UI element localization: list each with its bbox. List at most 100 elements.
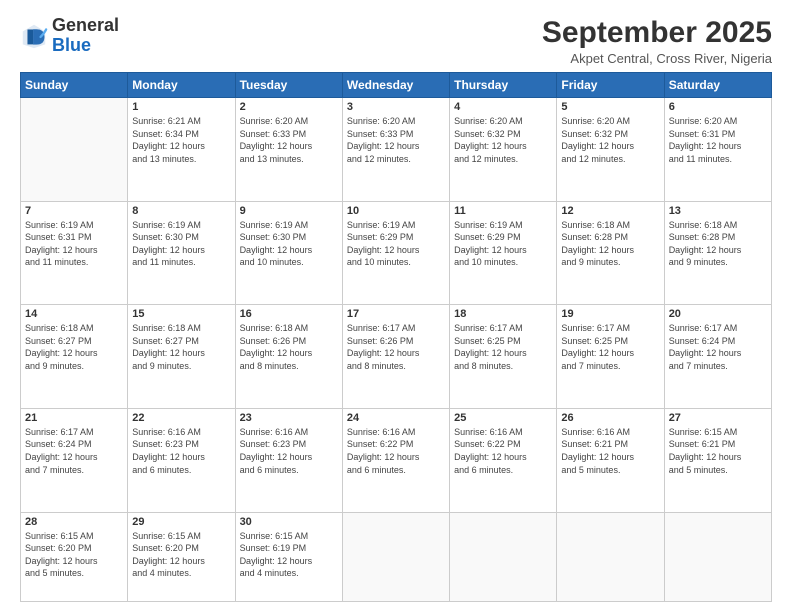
table-row: 16 Sunrise: 6:18 AMSunset: 6:26 PMDayligh… [235,305,342,409]
col-saturday: Saturday [664,73,771,98]
day-number: 7 [25,205,123,217]
col-friday: Friday [557,73,664,98]
table-row: 5Sunrise: 6:20 AMSunset: 6:32 PMDaylight… [557,98,664,202]
table-row: 4Sunrise: 6:20 AMSunset: 6:32 PMDaylight… [450,98,557,202]
day-info: Sunrise: 6:15 AMSunset: 6:21 PMDaylight:… [669,426,767,476]
day-number: 21 [25,412,123,424]
col-wednesday: Wednesday [342,73,449,98]
table-row: 20 Sunrise: 6:17 AMSunset: 6:24 PMDayligh… [664,305,771,409]
day-info: Sunrise: 6:20 AMSunset: 6:32 PMDaylight:… [454,115,552,165]
day-info: Sunrise: 6:17 AMSunset: 6:26 PMDaylight:… [347,322,445,372]
day-number: 24 [347,412,445,424]
table-row: 23 Sunrise: 6:16 AMSunset: 6:23 PMDayligh… [235,408,342,512]
day-info: Sunrise: 6:16 AMSunset: 6:22 PMDaylight:… [454,426,552,476]
day-number: 1 [132,101,230,113]
table-row: 14 Sunrise: 6:18 AMSunset: 6:27 PMDayligh… [21,305,128,409]
logo-blue: Blue [52,35,91,55]
table-row: 19 Sunrise: 6:17 AMSunset: 6:25 PMDayligh… [557,305,664,409]
day-number: 20 [669,308,767,320]
day-info: Sunrise: 6:21 AMSunset: 6:34 PMDaylight:… [132,115,230,165]
day-info: Sunrise: 6:19 AMSunset: 6:29 PMDaylight:… [454,219,552,269]
table-row: 6 Sunrise: 6:20 AMSunset: 6:31 PMDaylight… [664,98,771,202]
day-number: 29 [132,516,230,528]
table-row: 27Sunrise: 6:15 AMSunset: 6:21 PMDayligh… [664,408,771,512]
day-number: 19 [561,308,659,320]
table-row: 17 Sunrise: 6:17 AMSunset: 6:26 PMDayligh… [342,305,449,409]
table-row: 12Sunrise: 6:18 AMSunset: 6:28 PMDayligh… [557,201,664,305]
table-row: 28 Sunrise: 6:15 AMSunset: 6:20 PMDayligh… [21,512,128,602]
day-number: 8 [132,205,230,217]
day-info: Sunrise: 6:16 AMSunset: 6:21 PMDaylight:… [561,426,659,476]
logo: General Blue [20,16,119,56]
day-number: 12 [561,205,659,217]
title-block: September 2025 Akpet Central, Cross Rive… [542,16,772,66]
day-info: Sunrise: 6:18 AMSunset: 6:27 PMDaylight:… [25,322,123,372]
table-row: 22 Sunrise: 6:16 AMSunset: 6:23 PMDayligh… [128,408,235,512]
table-row: 7 Sunrise: 6:19 AMSunset: 6:31 PMDaylight… [21,201,128,305]
day-number: 16 [240,308,338,320]
day-info: Sunrise: 6:20 AMSunset: 6:31 PMDaylight:… [669,115,767,165]
header-row: Sunday Monday Tuesday Wednesday Thursday… [21,73,772,98]
day-info: Sunrise: 6:19 AMSunset: 6:30 PMDaylight:… [132,219,230,269]
day-number: 30 [240,516,338,528]
day-number: 3 [347,101,445,113]
logo-general: General [52,15,119,35]
logo-icon [20,22,48,50]
day-number: 17 [347,308,445,320]
table-row [342,512,449,602]
day-number: 22 [132,412,230,424]
day-number: 11 [454,205,552,217]
table-row: 15Sunrise: 6:18 AMSunset: 6:27 PMDayligh… [128,305,235,409]
day-number: 13 [669,205,767,217]
day-info: Sunrise: 6:16 AMSunset: 6:23 PMDaylight:… [132,426,230,476]
day-number: 15 [132,308,230,320]
col-monday: Monday [128,73,235,98]
col-thursday: Thursday [450,73,557,98]
table-row: 26 Sunrise: 6:16 AMSunset: 6:21 PMDayligh… [557,408,664,512]
page: General Blue September 2025 Akpet Centra… [0,0,792,612]
day-info: Sunrise: 6:16 AMSunset: 6:23 PMDaylight:… [240,426,338,476]
table-row: 30 Sunrise: 6:15 AMSunset: 6:19 PMDayligh… [235,512,342,602]
table-row: 25 Sunrise: 6:16 AMSunset: 6:22 PMDayligh… [450,408,557,512]
table-row: 18 Sunrise: 6:17 AMSunset: 6:25 PMDayligh… [450,305,557,409]
header: General Blue September 2025 Akpet Centra… [20,16,772,66]
table-row: 29 Sunrise: 6:15 AMSunset: 6:20 PMDayligh… [128,512,235,602]
day-number: 9 [240,205,338,217]
day-number: 10 [347,205,445,217]
day-info: Sunrise: 6:15 AMSunset: 6:19 PMDaylight:… [240,530,338,580]
logo-text: General Blue [52,16,119,56]
day-info: Sunrise: 6:17 AMSunset: 6:25 PMDaylight:… [454,322,552,372]
day-number: 18 [454,308,552,320]
table-row: 24 Sunrise: 6:16 AMSunset: 6:22 PMDayligh… [342,408,449,512]
table-row: 1 Sunrise: 6:21 AMSunset: 6:34 PMDaylight… [128,98,235,202]
table-row: 13Sunrise: 6:18 AMSunset: 6:28 PMDayligh… [664,201,771,305]
table-row: 2 Sunrise: 6:20 AMSunset: 6:33 PMDaylight… [235,98,342,202]
day-info: Sunrise: 6:19 AMSunset: 6:30 PMDaylight:… [240,219,338,269]
day-number: 23 [240,412,338,424]
table-row: 9 Sunrise: 6:19 AMSunset: 6:30 PMDaylight… [235,201,342,305]
table-row: 10 Sunrise: 6:19 AMSunset: 6:29 PMDayligh… [342,201,449,305]
day-info: Sunrise: 6:17 AMSunset: 6:25 PMDaylight:… [561,322,659,372]
day-info: Sunrise: 6:20 AMSunset: 6:33 PMDaylight:… [240,115,338,165]
table-row [664,512,771,602]
day-number: 28 [25,516,123,528]
col-sunday: Sunday [21,73,128,98]
day-info: Sunrise: 6:19 AMSunset: 6:31 PMDaylight:… [25,219,123,269]
table-row: 8 Sunrise: 6:19 AMSunset: 6:30 PMDaylight… [128,201,235,305]
day-info: Sunrise: 6:18 AMSunset: 6:26 PMDaylight:… [240,322,338,372]
subtitle: Akpet Central, Cross River, Nigeria [542,51,772,66]
day-info: Sunrise: 6:19 AMSunset: 6:29 PMDaylight:… [347,219,445,269]
day-info: Sunrise: 6:15 AMSunset: 6:20 PMDaylight:… [132,530,230,580]
day-number: 14 [25,308,123,320]
main-title: September 2025 [542,16,772,49]
day-number: 25 [454,412,552,424]
day-info: Sunrise: 6:16 AMSunset: 6:22 PMDaylight:… [347,426,445,476]
day-number: 6 [669,101,767,113]
day-number: 2 [240,101,338,113]
day-number: 26 [561,412,659,424]
day-info: Sunrise: 6:17 AMSunset: 6:24 PMDaylight:… [669,322,767,372]
table-row [21,98,128,202]
day-info: Sunrise: 6:15 AMSunset: 6:20 PMDaylight:… [25,530,123,580]
table-row: 3Sunrise: 6:20 AMSunset: 6:33 PMDaylight… [342,98,449,202]
table-row [450,512,557,602]
